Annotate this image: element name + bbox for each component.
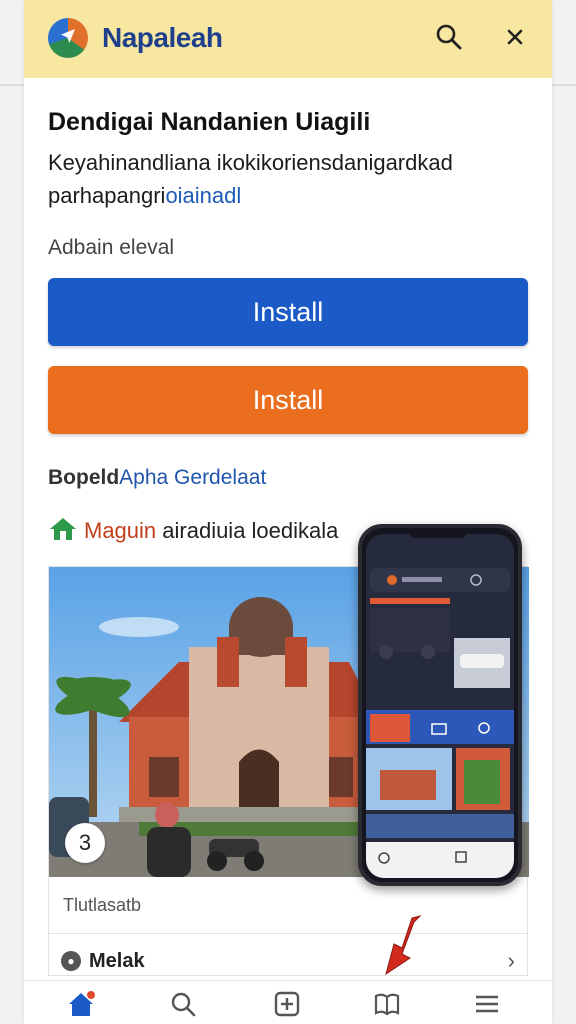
section-label: BopeldApha Gerdelaat (48, 466, 266, 490)
photo-count-badge[interactable]: 3 (65, 823, 105, 863)
phone-notch (408, 528, 468, 538)
location-icon: ● (61, 951, 81, 971)
card-link-row[interactable]: ● Melak › (61, 947, 515, 975)
app-bar: Napaleah (24, 0, 552, 78)
home-icon[interactable] (66, 989, 96, 1019)
description-highlight: oiainadl (165, 183, 242, 208)
menu-icon[interactable] (472, 989, 502, 1019)
search-icon[interactable] (434, 22, 464, 52)
page-title: Dendigai Nandanien Uiagili (48, 108, 371, 136)
feature-accent: Maguin (84, 518, 157, 543)
house-icon (50, 518, 76, 540)
card-caption: Tlutlasatb (63, 895, 142, 915)
app-name: Napaleah (102, 22, 223, 53)
description-line-1: Keyahinandliana ikokikoriensdanigardkad (48, 150, 453, 175)
app-screen: Napaleah Dendigai Nandanien Uiagili Keya… (24, 0, 552, 1024)
close-icon[interactable] (500, 22, 530, 52)
install-button-secondary[interactable]: Install (48, 366, 528, 434)
add-icon[interactable] (272, 989, 302, 1019)
phone-mockup-image (358, 524, 522, 886)
app-logo-icon (48, 18, 88, 58)
card-row-label: Melak (89, 949, 145, 972)
description-line-2: parhapangri (48, 183, 166, 208)
chevron-right-icon: › (507, 948, 515, 973)
book-icon[interactable] (372, 989, 402, 1019)
card-divider (49, 933, 527, 934)
section-label-plain: Bopeld (48, 466, 120, 489)
install-button-primary[interactable]: Install (48, 278, 528, 346)
feature-text: airadiuia loedikala (156, 518, 339, 543)
phone-mockup-screen (366, 534, 514, 878)
description: Keyahinandliana ikokikoriensdanigardkad … (48, 146, 518, 212)
section-label-accent[interactable]: Apha Gerdelaat (119, 466, 266, 489)
search-icon[interactable] (168, 989, 198, 1019)
subheading: Adbain eleval (48, 236, 175, 259)
red-arrow-icon (385, 915, 422, 976)
bottom-navigation (24, 980, 552, 1024)
feature-line: Maguin airadiuia loedikala (48, 516, 338, 544)
